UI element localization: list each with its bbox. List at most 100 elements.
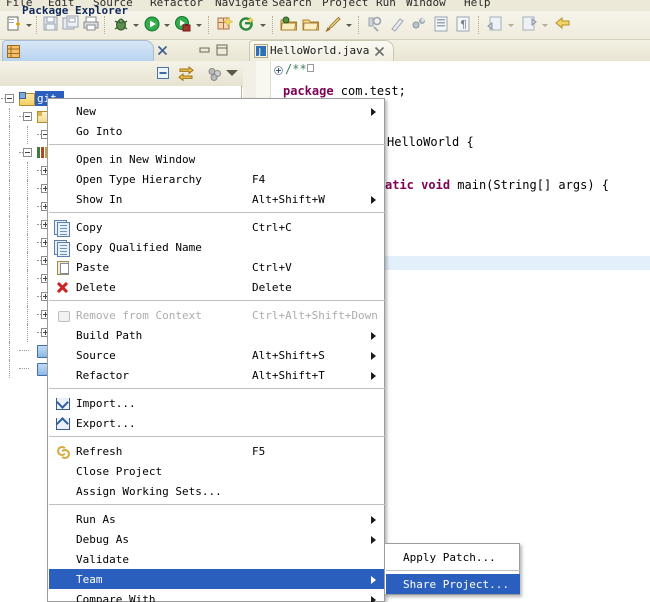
menubar-item-help[interactable]: Help: [464, 0, 491, 9]
menu-item-import[interactable]: Import...: [49, 393, 385, 413]
menu-item-source[interactable]: Source Alt+Shift+S: [49, 345, 385, 365]
tree-connector: [9, 234, 10, 252]
new-class-dropdown-arrow[interactable]: [260, 24, 266, 27]
new-java-project-icon[interactable]: [216, 15, 234, 36]
menu-item-delete[interactable]: Delete Delete: [49, 277, 385, 297]
tree-collapse-icon[interactable]: [5, 94, 14, 103]
back-dropdown-arrow[interactable]: [508, 24, 514, 27]
menu-item-run-as[interactable]: Run As: [49, 509, 385, 529]
refresh-icon: [54, 443, 70, 459]
context-menu[interactable]: New Go Into Open in New Window Open Type Hi…: [47, 98, 385, 602]
team-submenu[interactable]: Apply Patch... Share Project...: [384, 543, 520, 595]
run-dropdown-arrow[interactable]: [164, 24, 170, 27]
menu-item-validate[interactable]: Validate: [49, 549, 385, 569]
menu-item-copy-qualified-name[interactable]: Copy Qualified Name: [49, 237, 385, 257]
new-class-icon[interactable]: [238, 15, 256, 36]
menubar-item-run[interactable]: Run: [376, 0, 396, 9]
forward-dropdown-arrow[interactable]: [542, 24, 548, 27]
menu-item-shortcut: F5: [252, 445, 266, 458]
menubar-item-refactor[interactable]: Refactor: [150, 0, 203, 9]
external-tools-dropdown-arrow[interactable]: [196, 24, 202, 27]
menu-item-team[interactable]: Team: [49, 569, 385, 589]
close-icon[interactable]: [157, 45, 168, 56]
view-menu-icon[interactable]: [226, 70, 238, 76]
debug-icon[interactable]: [112, 15, 130, 36]
menubar-item-window[interactable]: Window: [406, 0, 446, 9]
menu-item-assign-working-sets[interactable]: Assign Working Sets...: [49, 481, 385, 501]
save-all-icon[interactable]: [62, 15, 80, 36]
submenu-item-apply-patch[interactable]: Apply Patch...: [386, 547, 520, 567]
menu-item-export[interactable]: Export...: [49, 413, 385, 433]
debug-dropdown-arrow[interactable]: [133, 24, 139, 27]
menu-item-remove-from-context[interactable]: Remove from Context Ctrl+Alt+Shift+Down: [49, 305, 385, 325]
open-resource-dropdown-arrow[interactable]: [346, 24, 352, 27]
show-paragraph-icon[interactable]: ¶: [454, 15, 472, 36]
menu-item-refactor[interactable]: Refactor Alt+Shift+T: [49, 365, 385, 385]
menu-item-shortcut: Alt+Shift+T: [252, 369, 325, 382]
fold-expand-icon[interactable]: [274, 66, 283, 75]
last-edit-location-icon[interactable]: [410, 15, 428, 36]
new-wizard-icon[interactable]: [6, 15, 24, 36]
toolbar-separator: [104, 16, 106, 34]
tree-connector: [9, 144, 10, 162]
menu-item-build-path[interactable]: Build Path: [49, 325, 385, 345]
menu-item-compare-with[interactable]: Compare With: [49, 589, 385, 602]
tree-connector: [9, 306, 10, 324]
previous-annotation-icon[interactable]: [388, 15, 406, 36]
menu-item-open-type-hierarchy[interactable]: Open Type Hierarchy F4: [49, 169, 385, 189]
tree-connector: [9, 162, 10, 180]
menu-item-shortcut: Alt+Shift+W: [252, 193, 325, 206]
print-icon[interactable]: [82, 15, 100, 36]
tree-collapse-icon[interactable]: [23, 112, 32, 121]
new-dropdown-arrow[interactable]: [26, 24, 32, 27]
menu-item-go-into[interactable]: Go Into: [49, 121, 385, 141]
minimize-icon[interactable]: [199, 46, 210, 55]
collapse-all-icon[interactable]: [155, 65, 171, 84]
submenu-arrow-icon: [371, 536, 376, 544]
tab-package-explorer[interactable]: [2, 40, 154, 61]
menu-item-label: Open in New Window: [76, 153, 196, 166]
submenu-item-share-project[interactable]: Share Project...: [386, 574, 520, 594]
menu-item-debug-as[interactable]: Debug As: [49, 529, 385, 549]
tree-connector: [27, 252, 28, 270]
submenu-arrow-icon: [371, 576, 376, 584]
menu-item-shortcut: F4: [252, 173, 266, 186]
menu-separator: [49, 388, 385, 389]
menu-item-copy[interactable]: Copy Ctrl+C: [49, 217, 385, 237]
menu-item-new[interactable]: New: [49, 101, 385, 121]
menubar-item-project[interactable]: Project: [322, 0, 368, 9]
menu-item-close-project[interactable]: Close Project: [49, 461, 385, 481]
submenu-arrow-icon: [371, 516, 376, 524]
menu-item-open-in-new-window[interactable]: Open in New Window: [49, 149, 385, 169]
show-whitespace-icon[interactable]: [432, 15, 450, 36]
menu-item-label: Copy Qualified Name: [76, 241, 202, 254]
menu-item-label: Compare With: [76, 593, 156, 602]
run-icon[interactable]: [143, 15, 161, 36]
open-resource-icon[interactable]: [324, 15, 342, 36]
menubar-item-navigate[interactable]: Navigate: [215, 0, 268, 9]
next-annotation-icon[interactable]: [366, 15, 384, 36]
save-icon[interactable]: [42, 15, 60, 36]
tree-connector: [27, 234, 28, 252]
tree-collapse-icon[interactable]: [23, 148, 32, 157]
open-task-icon[interactable]: [302, 15, 320, 36]
close-icon[interactable]: [374, 46, 385, 57]
forward-icon[interactable]: [520, 15, 538, 36]
menu-item-refresh[interactable]: Refresh F5: [49, 441, 385, 461]
tree-connector: [27, 126, 28, 144]
maximize-icon[interactable]: [216, 44, 228, 56]
focus-on-active-task-icon[interactable]: [207, 66, 223, 85]
back-icon[interactable]: [486, 15, 504, 36]
code-javadoc-comment: /**: [285, 62, 307, 76]
menu-item-paste[interactable]: Paste Ctrl+V: [49, 257, 385, 277]
run-external-tools-icon[interactable]: [174, 15, 192, 36]
menubar-item-search[interactable]: Search: [272, 0, 312, 9]
package-explorer-icon: [7, 45, 20, 61]
menu-item-label: New: [76, 105, 96, 118]
open-type-icon[interactable]: [280, 15, 298, 36]
menu-item-show-in[interactable]: Show In Alt+Shift+W: [49, 189, 385, 209]
menu-item-label: Source: [76, 349, 116, 362]
previous-edit-icon[interactable]: [554, 15, 572, 36]
link-with-editor-icon[interactable]: [178, 65, 194, 84]
menu-item-label: Go Into: [76, 125, 123, 138]
